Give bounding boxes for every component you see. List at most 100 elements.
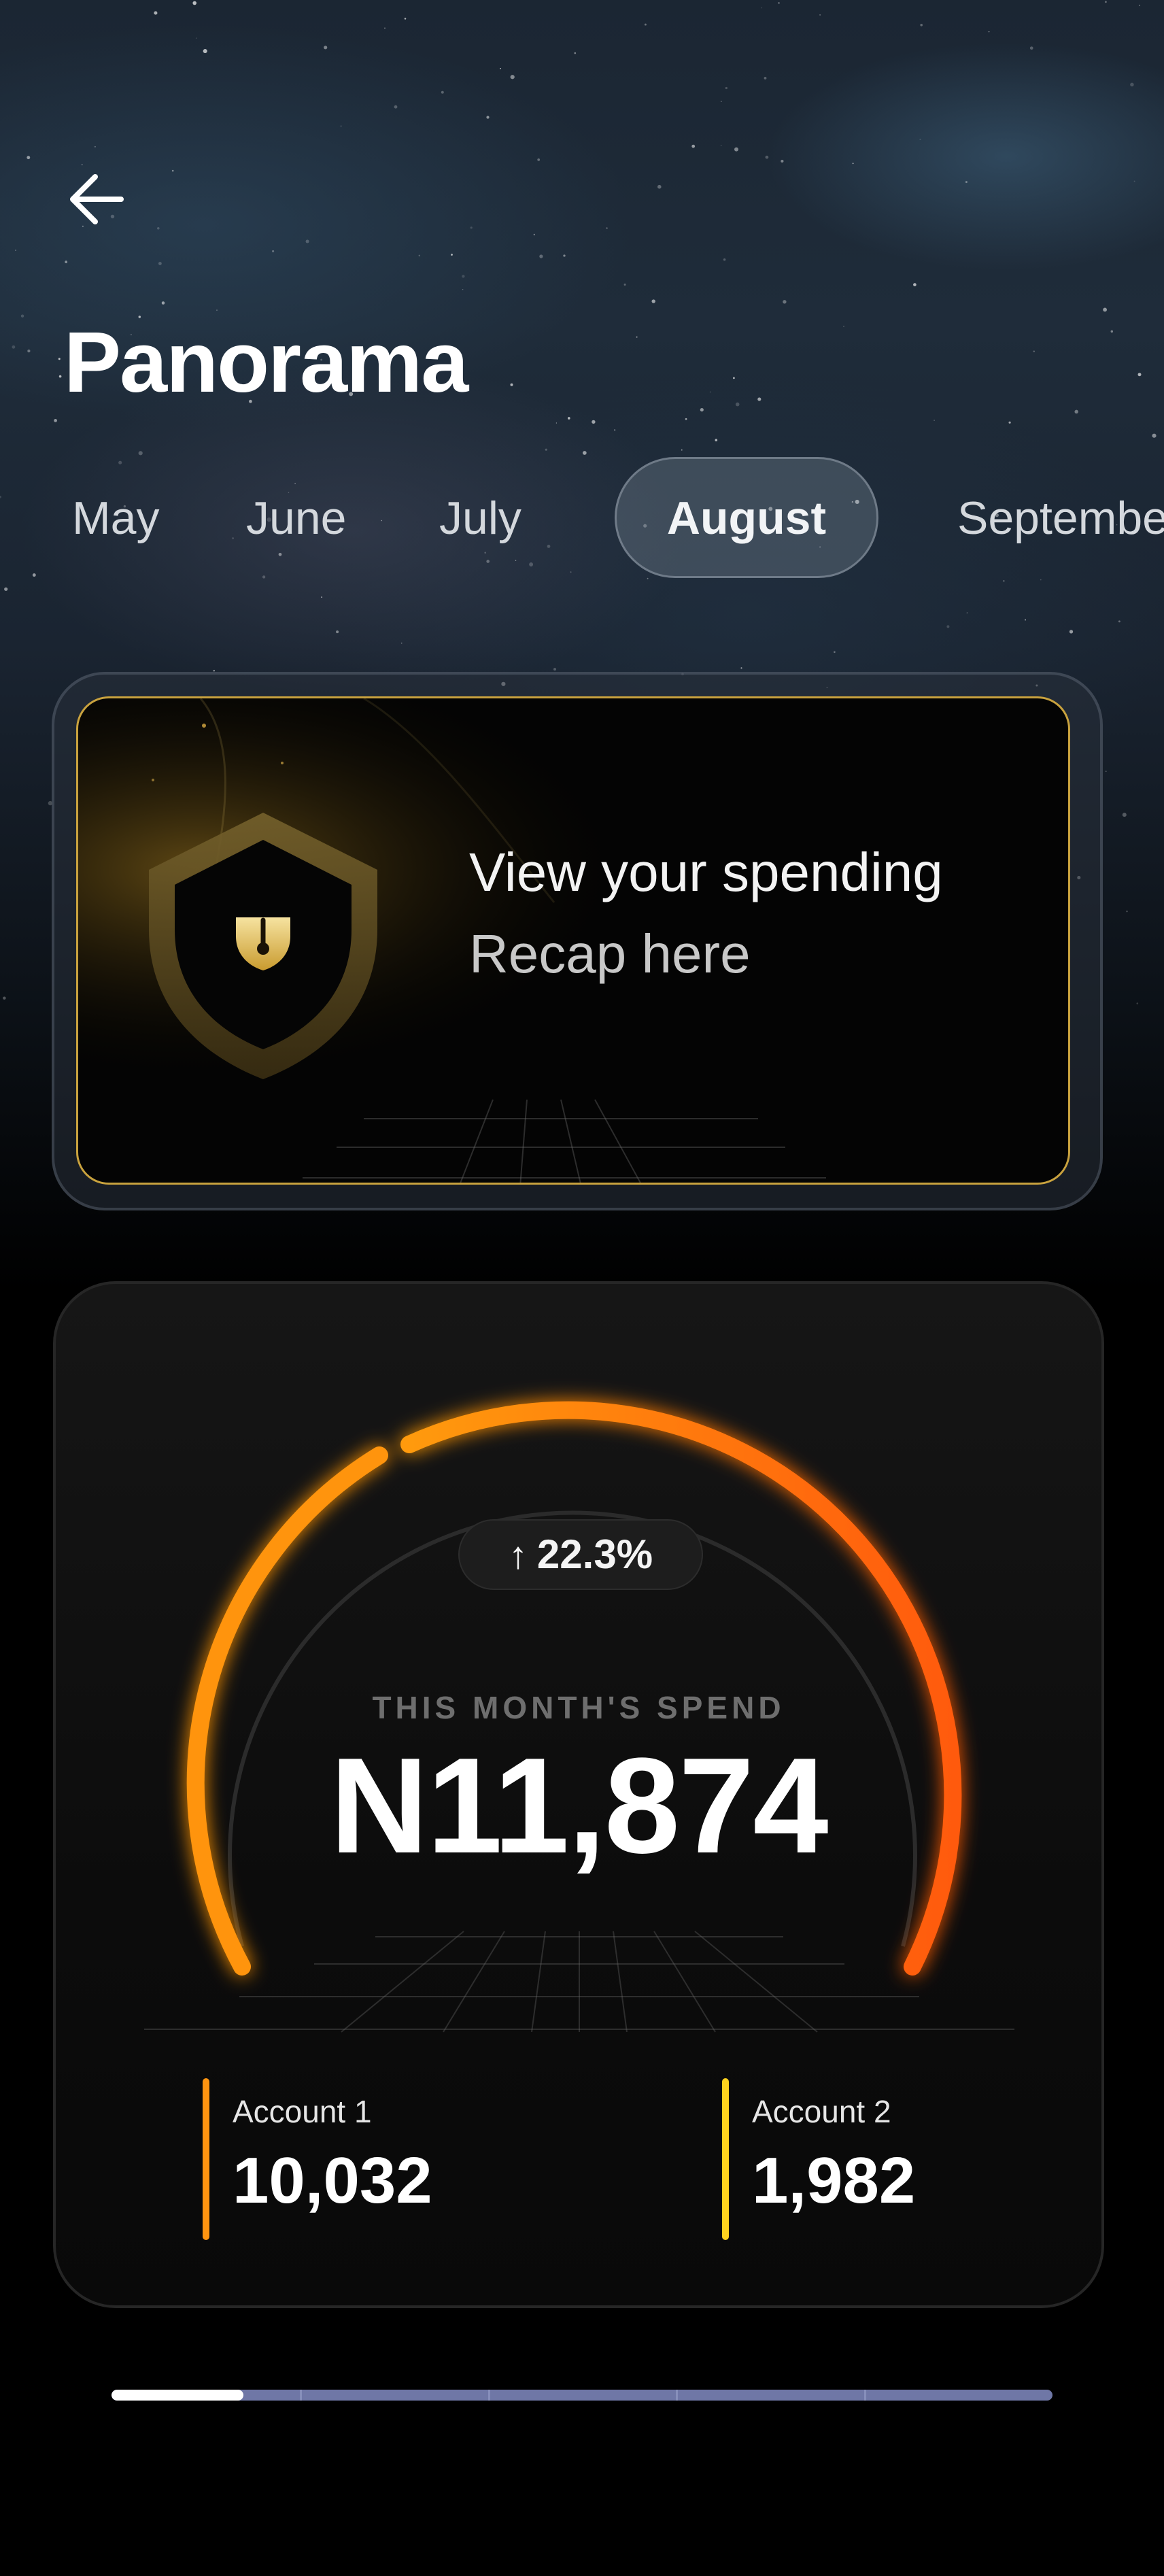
star xyxy=(324,46,328,50)
star xyxy=(81,164,83,166)
star xyxy=(384,27,386,29)
account-1-name: Account 1 xyxy=(233,2094,372,2129)
star xyxy=(757,397,761,401)
star xyxy=(1074,409,1078,414)
star xyxy=(1103,307,1107,312)
star xyxy=(735,402,740,407)
account-1-indicator xyxy=(203,2078,209,2240)
star xyxy=(783,300,787,304)
star xyxy=(934,420,935,421)
star xyxy=(545,448,547,451)
star xyxy=(819,14,821,16)
account-2-indicator xyxy=(722,2078,729,2240)
star xyxy=(614,429,616,431)
star xyxy=(3,996,6,1000)
star xyxy=(216,309,218,311)
star xyxy=(715,439,718,441)
star xyxy=(20,314,24,318)
star xyxy=(94,146,96,148)
star xyxy=(765,155,769,159)
star xyxy=(65,260,68,264)
star xyxy=(725,86,728,90)
star xyxy=(778,2,780,4)
star xyxy=(1126,911,1128,913)
star xyxy=(913,283,917,286)
star xyxy=(1130,82,1134,87)
story-progress xyxy=(112,2390,1052,2401)
star xyxy=(733,377,735,379)
recap-card[interactable]: View your spending Recap here xyxy=(76,696,1070,1185)
star xyxy=(553,668,556,671)
star xyxy=(1033,350,1035,352)
star xyxy=(58,375,62,378)
star xyxy=(567,417,570,420)
star xyxy=(533,233,535,236)
arrow-left-icon[interactable] xyxy=(67,170,125,228)
star xyxy=(192,1,196,5)
star xyxy=(834,651,836,654)
star xyxy=(510,75,515,80)
change-badge: ↑ 22.3% xyxy=(458,1519,703,1590)
star xyxy=(685,418,687,420)
star xyxy=(1152,433,1157,438)
tab-september[interactable]: September xyxy=(957,457,1164,579)
star xyxy=(462,289,464,290)
star xyxy=(723,258,726,261)
star xyxy=(539,254,543,258)
grid-floor xyxy=(144,1931,1014,2033)
star xyxy=(582,451,587,455)
star xyxy=(500,67,501,69)
star xyxy=(441,90,444,94)
star xyxy=(651,299,655,303)
star xyxy=(15,250,16,251)
recap-title: View your spending xyxy=(469,842,943,902)
star xyxy=(764,77,767,80)
tab-july[interactable]: July xyxy=(439,457,521,579)
star xyxy=(27,349,31,353)
star xyxy=(920,23,923,27)
spend-card: ↑ 22.3% THIS MONTH'S SPEND N11,874 Accoun… xyxy=(53,1281,1104,2308)
star xyxy=(606,227,608,229)
star xyxy=(781,159,784,163)
star xyxy=(761,7,763,9)
star xyxy=(919,138,921,141)
star xyxy=(1133,180,1135,182)
star xyxy=(740,667,742,669)
star xyxy=(574,52,577,54)
star xyxy=(158,262,162,265)
star xyxy=(1040,579,1042,581)
star xyxy=(1139,4,1140,6)
star xyxy=(965,181,968,184)
progress-divider xyxy=(864,2390,866,2401)
account-2-value: 1,982 xyxy=(752,2144,916,2217)
tab-august[interactable]: August xyxy=(615,457,878,578)
page-title: Panorama xyxy=(64,314,468,410)
star xyxy=(1122,813,1127,817)
star xyxy=(154,11,158,15)
star xyxy=(1008,421,1011,424)
spend-amount: N11,874 xyxy=(330,1730,828,1882)
account-1-value: 10,032 xyxy=(233,2144,432,2217)
star xyxy=(27,156,31,160)
star xyxy=(691,144,696,148)
star xyxy=(1029,46,1033,50)
star xyxy=(54,419,57,422)
star xyxy=(1110,330,1114,333)
star xyxy=(681,449,683,451)
star xyxy=(1002,579,1005,582)
star xyxy=(636,336,638,338)
star xyxy=(470,226,473,229)
star xyxy=(623,284,626,286)
tab-may[interactable]: May xyxy=(72,457,159,579)
arrow-up-icon: ↑ xyxy=(508,1533,528,1576)
star xyxy=(1069,630,1074,634)
star xyxy=(1137,373,1142,377)
star xyxy=(1105,770,1107,773)
star xyxy=(272,250,275,253)
star xyxy=(1025,619,1027,621)
star xyxy=(340,125,342,127)
star xyxy=(394,105,398,109)
spend-label: THIS MONTH'S SPEND xyxy=(372,1690,785,1725)
star xyxy=(305,239,309,243)
tab-june[interactable]: June xyxy=(246,457,346,579)
